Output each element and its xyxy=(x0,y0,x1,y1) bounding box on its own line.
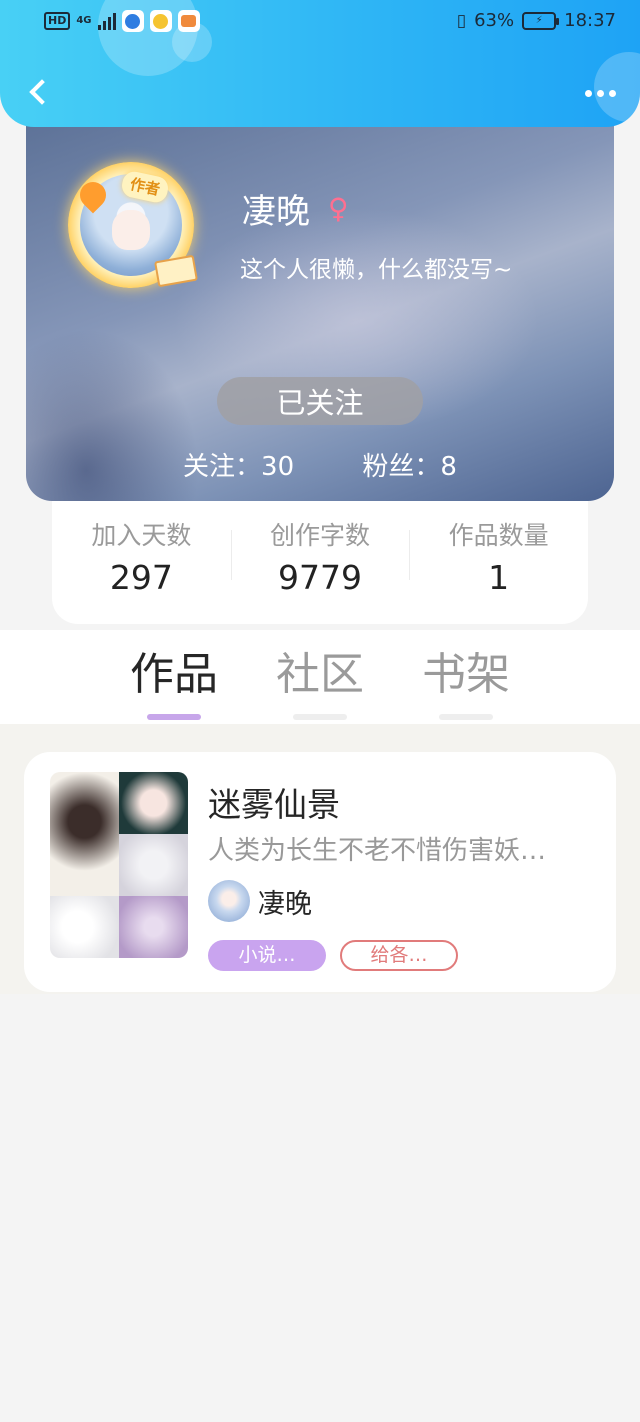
fans-label: 粉丝： xyxy=(362,452,441,482)
work-tags: 小说… 给各… xyxy=(208,940,458,971)
tab-bar: 作品 社区 书架 xyxy=(0,630,640,725)
cover-tile xyxy=(119,772,188,834)
browser-app-icon xyxy=(121,10,144,32)
more-dots-icon xyxy=(608,89,616,97)
author-avatar xyxy=(208,880,250,922)
author-profile-page: HD 4G ▯ 63% ⚡ 18:37 作者 凄晚 ♀ 这个人很懒，什么都没写~… xyxy=(0,0,640,1422)
status-bar: HD 4G ▯ 63% ⚡ 18:37 xyxy=(0,0,640,44)
stats-card: 加入天数 297 创作字数 9779 作品数量 1 xyxy=(52,490,588,624)
tab-community[interactable]: 社区 xyxy=(260,638,380,720)
theme-tag[interactable]: 给各… xyxy=(340,940,458,971)
more-dots-icon xyxy=(596,89,604,97)
cover-tile xyxy=(119,896,188,958)
user-bio: 这个人很懒，什么都没写~ xyxy=(240,257,513,283)
top-header: HD 4G ▯ 63% ⚡ 18:37 xyxy=(0,0,640,127)
stat-join-days: 加入天数 297 xyxy=(52,518,231,602)
stat-word-count: 创作字数 9779 xyxy=(230,518,410,602)
author-name: 凄晚 xyxy=(258,888,312,920)
signal-icon xyxy=(97,12,116,30)
tab-label: 书架 xyxy=(422,649,510,700)
profile-card: 作者 凄晚 ♀ 这个人很懒，什么都没写~ 已关注 关注：30 粉丝：8 xyxy=(26,110,614,501)
back-button[interactable] xyxy=(18,70,58,114)
follow-counts: 关注：30 粉丝：8 xyxy=(26,446,614,483)
stat-label: 创作字数 xyxy=(270,521,371,550)
game-app-icon xyxy=(177,10,200,32)
hd-badge: HD xyxy=(44,12,71,30)
tab-indicator xyxy=(439,714,493,720)
female-icon: ♀ xyxy=(328,192,349,225)
clock: 18:37 xyxy=(564,10,616,31)
cover-tile xyxy=(50,772,119,896)
name-row: 凄晚 ♀ xyxy=(242,184,349,233)
stat-value: 297 xyxy=(109,558,173,597)
work-cover-image xyxy=(50,772,188,958)
genre-tag[interactable]: 小说… xyxy=(208,940,326,971)
work-description: 人类为长生不老不惜伤害妖… xyxy=(208,836,547,866)
tab-bookshelf[interactable]: 书架 xyxy=(406,638,526,720)
fans-value: 8 xyxy=(440,452,457,482)
work-card[interactable]: 迷雾仙景 人类为长生不老不惜伤害妖… 凄晚 小说… 给各… xyxy=(24,752,616,992)
book-icon xyxy=(154,254,198,288)
status-right: ▯ 63% ⚡ 18:37 xyxy=(457,10,616,31)
user-name: 凄晚 xyxy=(242,192,310,232)
stat-value: 1 xyxy=(488,558,510,597)
follow-button[interactable]: 已关注 xyxy=(217,377,423,425)
more-options-button[interactable] xyxy=(578,78,622,108)
more-dots-icon xyxy=(584,89,592,97)
tab-indicator xyxy=(147,714,201,720)
cover-tile xyxy=(119,834,188,896)
fans-count[interactable]: 粉丝：8 xyxy=(362,446,457,483)
battery-icon: ⚡ xyxy=(522,11,560,30)
tab-works[interactable]: 作品 xyxy=(114,638,234,720)
following-value: 30 xyxy=(261,452,295,482)
stat-label: 作品数量 xyxy=(448,521,549,550)
stat-label: 加入天数 xyxy=(91,521,192,550)
tab-label: 作品 xyxy=(130,649,218,700)
back-chevron-icon xyxy=(29,79,55,105)
work-author: 凄晚 xyxy=(208,880,312,922)
following-label: 关注： xyxy=(183,452,262,482)
following-count[interactable]: 关注：30 xyxy=(183,446,294,483)
status-left: HD 4G xyxy=(44,10,200,32)
vibrate-icon: ▯ xyxy=(456,10,467,31)
tab-indicator xyxy=(293,714,347,720)
cover-tile xyxy=(50,896,119,958)
emoji-app-icon xyxy=(149,10,172,32)
stat-works-count: 作品数量 1 xyxy=(409,518,588,602)
work-title: 迷雾仙景 xyxy=(208,785,340,824)
stat-value: 9779 xyxy=(278,558,362,597)
tab-label: 社区 xyxy=(276,649,364,700)
battery-percent: 63% xyxy=(474,10,515,31)
network-type: 4G xyxy=(76,15,92,26)
